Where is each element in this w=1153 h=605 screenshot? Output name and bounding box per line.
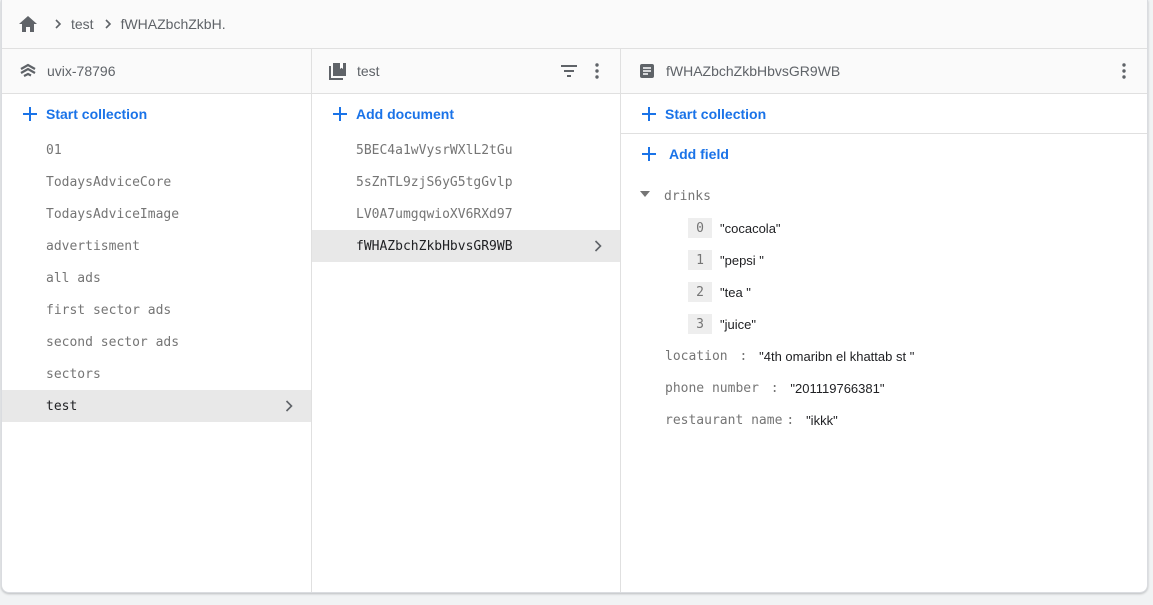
home-icon[interactable] (18, 14, 38, 34)
caret-down-icon[interactable] (640, 191, 650, 201)
collection-item-label: TodaysAdviceCore (46, 174, 172, 190)
chevron-right-icon (594, 240, 606, 252)
array-item-row[interactable]: 0 "cocacola" (621, 212, 1147, 244)
array-item-row[interactable]: 2 "tea " (621, 276, 1147, 308)
field-list: drinks 0 "cocacola" 1 "pepsi " 2 "tea " 3 "juic… (621, 174, 1147, 436)
collection-item-label: sectors (46, 366, 101, 382)
columns: uvix-78796 Start collection 01 TodaysAdvi… (2, 49, 1147, 592)
document-column-header: fWHAZbchZkbHbvsGR9WB (621, 49, 1147, 94)
field-separator: : (731, 348, 756, 364)
field-key: phone number (665, 380, 759, 396)
document-item-label: fWHAZbchZkbHbvsGR9WB (356, 238, 513, 254)
firestore-database-icon (19, 62, 37, 80)
field-value: "4th omaribn el khattab st " (759, 348, 915, 364)
field-separator: : (762, 380, 787, 396)
array-value: "tea " (720, 284, 751, 300)
document-column: fWHAZbchZkbHbvsGR9WB Start collection Ad… (621, 49, 1147, 592)
add-field-button[interactable]: Add field (621, 134, 1147, 174)
firestore-panel: test fWHAZbchZkbH. uvix-78796 Start coll… (1, 0, 1148, 593)
start-subcollection-button[interactable]: Start collection (621, 94, 1147, 134)
document-item[interactable]: LV0A7umgqwioXV6RXd97 (312, 198, 620, 230)
field-value: "ikkk" (806, 412, 838, 428)
page: test fWHAZbchZkbH. uvix-78796 Start coll… (0, 0, 1153, 605)
collection-item-label: test (46, 398, 78, 414)
collection-item[interactable]: sectors (2, 358, 311, 390)
array-field-row[interactable]: drinks (621, 180, 1147, 212)
collection-item[interactable]: second sector ads (2, 326, 311, 358)
collection-icon (329, 62, 347, 80)
field-separator: : (786, 412, 803, 428)
collection-item[interactable]: 01 (2, 134, 311, 166)
add-document-label: Add document (356, 106, 454, 122)
collection-item-label: second sector ads (46, 334, 180, 350)
collection-item-label: advertisment (46, 238, 140, 254)
collection-column-header: test (312, 49, 620, 94)
field-row[interactable]: restaurant name: "ikkk" (621, 404, 1147, 436)
add-field-label: Add field (669, 146, 729, 162)
chevron-right-icon (54, 19, 62, 29)
document-item[interactable]: 5BEC4a1wVysrWXlL2tGu (312, 134, 620, 166)
collection-item-label: TodaysAdviceImage (46, 206, 180, 222)
start-collection-button[interactable]: Start collection (2, 94, 311, 134)
add-document-button[interactable]: Add document (312, 94, 620, 134)
array-items: 0 "cocacola" 1 "pepsi " 2 "tea " 3 "juice" (621, 212, 1147, 340)
document-item[interactable]: 5sZnTL9zjS6yG5tgGvlp (312, 166, 620, 198)
collection-item[interactable]: all ads (2, 262, 311, 294)
filter-icon[interactable] (558, 60, 580, 82)
collection-item[interactable]: test (2, 390, 311, 422)
breadcrumb-item-collection[interactable]: test (71, 16, 94, 32)
root-column-header: uvix-78796 (2, 49, 311, 94)
chevron-right-icon (104, 19, 112, 29)
field-row[interactable]: phone number : "201119766381" (621, 372, 1147, 404)
more-vert-icon[interactable] (1113, 60, 1135, 82)
start-collection-label: Start collection (665, 105, 767, 122)
breadcrumb: test fWHAZbchZkbH. (2, 0, 1147, 49)
collection-title: test (357, 63, 380, 79)
plus-icon (641, 146, 657, 162)
field-value: "201119766381" (790, 380, 885, 396)
array-item-row[interactable]: 1 "pepsi " (621, 244, 1147, 276)
document-list: 5BEC4a1wVysrWXlL2tGu 5sZnTL9zjS6yG5tgGvlp… (312, 134, 620, 262)
field-key: restaurant name (665, 412, 783, 428)
collection-item[interactable]: first sector ads (2, 294, 311, 326)
chevron-right-icon (285, 400, 297, 412)
more-vert-icon[interactable] (586, 60, 608, 82)
collection-item-label: first sector ads (46, 302, 172, 318)
array-index: 2 (688, 282, 712, 302)
collection-item-label: 01 (46, 142, 62, 158)
document-item-label: LV0A7umgqwioXV6RXd97 (356, 206, 513, 222)
breadcrumb-item-document[interactable]: fWHAZbchZkbH. (121, 16, 226, 32)
collection-item-label: all ads (46, 270, 101, 286)
collection-column: test Add document 5BEC4a1wVysrWXlL2tGu 5s… (312, 49, 621, 592)
field-key: location (665, 348, 728, 364)
document-item[interactable]: fWHAZbchZkbHbvsGR9WB (312, 230, 620, 262)
root-column: uvix-78796 Start collection 01 TodaysAdvi… (2, 49, 312, 592)
collection-list: 01 TodaysAdviceCore TodaysAdviceImage adver… (2, 134, 311, 422)
collection-item[interactable]: advertisment (2, 230, 311, 262)
array-index: 0 (688, 218, 712, 238)
array-value: "juice" (720, 316, 756, 332)
array-index: 3 (688, 314, 712, 334)
document-item-label: 5BEC4a1wVysrWXlL2tGu (356, 142, 513, 158)
array-value: "cocacola" (720, 220, 781, 236)
document-title: fWHAZbchZkbHbvsGR9WB (666, 63, 841, 79)
start-collection-label: Start collection (46, 106, 148, 122)
document-item-label: 5sZnTL9zjS6yG5tgGvlp (356, 174, 513, 190)
plus-icon (332, 106, 348, 122)
plus-icon (641, 106, 657, 122)
array-value: "pepsi " (720, 252, 764, 268)
array-index: 1 (688, 250, 712, 270)
plus-icon (22, 106, 38, 122)
collection-item[interactable]: TodaysAdviceImage (2, 198, 311, 230)
collection-item[interactable]: TodaysAdviceCore (2, 166, 311, 198)
field-key: drinks (664, 188, 711, 204)
document-icon (638, 62, 656, 80)
field-row[interactable]: location : "4th omaribn el khattab st " (621, 340, 1147, 372)
project-title: uvix-78796 (47, 63, 116, 79)
plain-fields: location : "4th omaribn el khattab st " p… (621, 340, 1147, 436)
array-item-row[interactable]: 3 "juice" (621, 308, 1147, 340)
